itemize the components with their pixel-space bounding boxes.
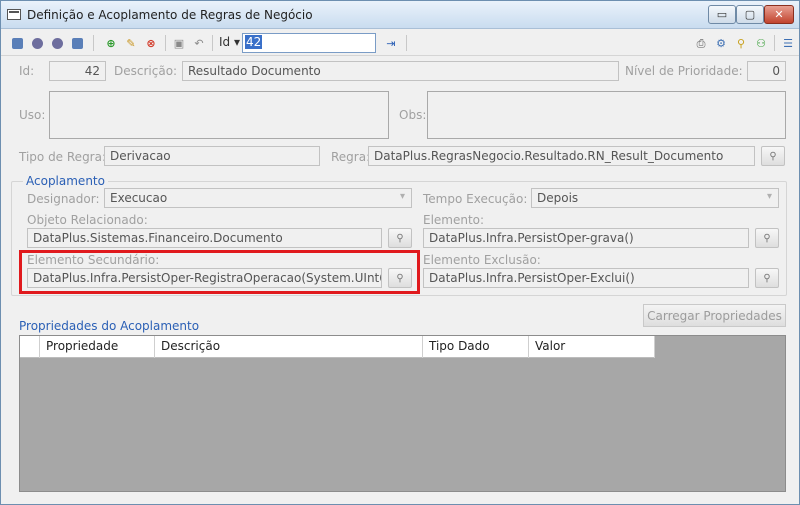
tempo-label: Tempo Execução:	[423, 192, 528, 206]
column-header[interactable]: Descrição	[155, 336, 423, 358]
chevron-down-icon: ▾	[399, 191, 405, 202]
search-go-icon[interactable]: ⇥	[383, 35, 399, 51]
regra-picker-button[interactable]: ⚲	[761, 146, 785, 166]
column-header[interactable]: Tipo Dado	[423, 336, 529, 358]
search-icon: ⚲	[763, 272, 771, 284]
elemento-field[interactable]: DataPlus.Infra.PersistOper-grava()	[423, 228, 749, 248]
tempo-select[interactable]: Depois ▾	[531, 188, 779, 208]
toolbar-separator	[406, 35, 407, 51]
highlight-annotation	[19, 250, 420, 294]
uso-label: Uso:	[19, 108, 46, 122]
objeto-picker-button[interactable]: ⚲	[388, 228, 412, 248]
regra-label: Regra:	[331, 150, 371, 164]
descricao-label: Descrição:	[114, 64, 178, 78]
tools-icon[interactable]: ⚙	[713, 35, 729, 51]
exclusao-picker-button[interactable]: ⚲	[755, 268, 779, 288]
save-icon[interactable]: ▣	[171, 35, 187, 51]
tipo-regra-label: Tipo de Regra:	[19, 150, 107, 164]
edit-icon[interactable]: ✎	[123, 35, 139, 51]
grid-header: Propriedade Descrição Tipo Dado Valor	[20, 336, 655, 358]
toolbar-separator	[212, 35, 213, 51]
chevron-down-icon: ▾	[766, 191, 772, 202]
elemento-picker-button[interactable]: ⚲	[755, 228, 779, 248]
list-icon[interactable]: ☰	[780, 35, 796, 51]
column-header[interactable]: Propriedade	[40, 336, 155, 358]
undo-icon[interactable]: ↶	[191, 35, 207, 51]
id-label: Id:	[19, 64, 35, 78]
main-window: Definição e Acoplamento de Regras de Neg…	[0, 0, 800, 505]
row-selector-header	[20, 336, 40, 358]
id-field[interactable]: 42	[49, 61, 106, 81]
objeto-field[interactable]: DataPlus.Sistemas.Financeiro.Documento	[27, 228, 382, 248]
prioridade-field[interactable]: 0	[747, 61, 786, 81]
propriedades-grid[interactable]: Propriedade Descrição Tipo Dado Valor	[19, 335, 786, 492]
designador-label: Designador:	[27, 192, 100, 206]
window-title: Definição e Acoplamento de Regras de Neg…	[27, 8, 313, 22]
maximize-button[interactable]: ▢	[736, 5, 764, 24]
delete-icon[interactable]: ⊗	[143, 35, 159, 51]
propriedades-title: Propriedades do Acoplamento	[19, 319, 200, 333]
tempo-value: Depois	[537, 191, 579, 205]
obs-textarea[interactable]	[427, 91, 786, 139]
exclusao-label: Elemento Exclusão:	[423, 253, 541, 267]
regra-field[interactable]: DataPlus.RegrasNegocio.Resultado.RN_Resu…	[368, 146, 755, 166]
toolbar-separator	[165, 35, 166, 51]
minimize-button[interactable]: ▭	[708, 5, 736, 24]
next-record-icon[interactable]	[49, 35, 65, 51]
search-icon: ⚲	[396, 232, 404, 244]
search-icon: ⚲	[769, 150, 777, 162]
obs-label: Obs:	[399, 108, 427, 122]
close-button[interactable]: ✕	[764, 5, 794, 24]
exclusao-field[interactable]: DataPlus.Infra.PersistOper-Exclui()	[423, 268, 749, 288]
column-header[interactable]: Valor	[529, 336, 655, 358]
toolbar: ⊕ ✎ ⊗ ▣ ↶ Id ▾ 42 ⇥ ⎙ ⚙ ⚲ ⚇ ☰	[1, 30, 799, 56]
carregar-propriedades-button[interactable]: Carregar Propriedades	[643, 304, 786, 327]
uso-textarea[interactable]	[49, 91, 389, 139]
search-field-dropdown[interactable]: Id ▾	[219, 35, 240, 49]
tipo-regra-field[interactable]: Derivacao	[104, 146, 320, 166]
descricao-field[interactable]: Resultado Documento	[182, 61, 619, 81]
toolbar-separator	[774, 35, 775, 51]
window-icon	[7, 9, 21, 20]
title-bar: Definição e Acoplamento de Regras de Neg…	[1, 1, 799, 29]
objeto-label: Objeto Relacionado:	[27, 213, 148, 227]
designador-value: Execucao	[110, 191, 168, 205]
toolbar-separator	[93, 35, 94, 51]
search-input-value: 42	[245, 35, 263, 49]
print-icon[interactable]: ⎙	[693, 35, 709, 51]
elemento-label: Elemento:	[423, 213, 485, 227]
prioridade-label: Nível de Prioridade:	[625, 64, 743, 78]
user-icon[interactable]: ⚇	[753, 35, 769, 51]
first-record-icon[interactable]	[9, 35, 25, 51]
acoplamento-legend: Acoplamento	[23, 174, 108, 188]
last-record-icon[interactable]	[69, 35, 85, 51]
previous-record-icon[interactable]	[29, 35, 45, 51]
designador-select[interactable]: Execucao ▾	[104, 188, 412, 208]
search-icon: ⚲	[763, 232, 771, 244]
search-input[interactable]: 42	[242, 33, 376, 53]
filter-icon[interactable]: ⚲	[733, 35, 749, 51]
add-icon[interactable]: ⊕	[103, 35, 119, 51]
